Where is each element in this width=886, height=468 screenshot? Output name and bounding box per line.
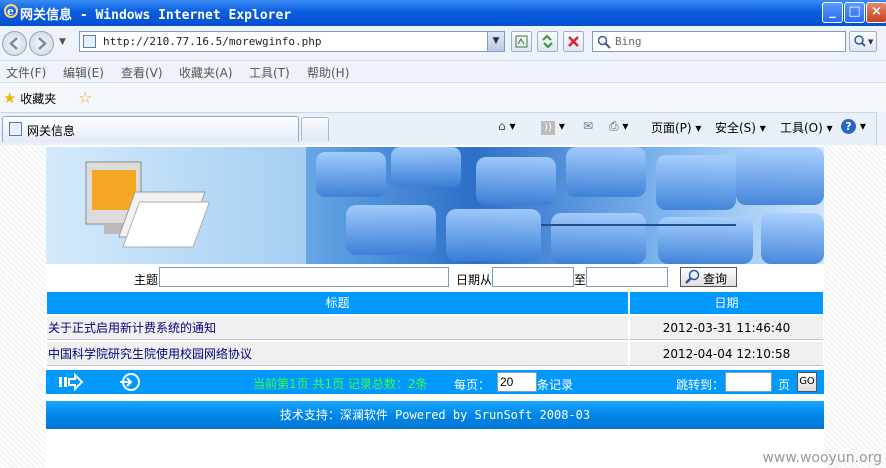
- date-to-label: 至: [574, 273, 587, 287]
- jump-page-input[interactable]: [725, 372, 772, 392]
- add-favorite-icon[interactable]: ☆: [78, 88, 92, 107]
- date-from-input[interactable]: [492, 267, 574, 287]
- mail-icon: ✉: [583, 119, 594, 133]
- compatibility-view-button[interactable]: [511, 31, 532, 52]
- banner-artwork: [46, 147, 824, 264]
- page-icon: [83, 35, 96, 48]
- left-background-pattern: [0, 145, 46, 468]
- address-field[interactable]: http://210.77.16.5/morewginfo.php ▼: [79, 31, 505, 52]
- menu-view[interactable]: 查看(V): [121, 64, 163, 81]
- page-menu[interactable]: 页面(P) ▾: [651, 119, 701, 136]
- watermark: www.wooyun.org: [762, 450, 882, 466]
- last-page-icon[interactable]: [119, 372, 141, 392]
- address-dropdown-icon[interactable]: ▼: [487, 32, 504, 51]
- menu-favorites[interactable]: 收藏夹(A): [179, 64, 233, 81]
- jump-label: 跳转到：: [676, 378, 725, 392]
- new-tab-button[interactable]: [301, 117, 329, 141]
- tab-bar: 网关信息 ⌂ ▾ )) ▾ ✉ ⎙ ▾ 页面(P) ▾ 安全(S) ▾ 工具(O…: [0, 112, 886, 146]
- favorites-label: 收藏夹: [20, 92, 57, 106]
- home-icon: ⌂: [498, 119, 506, 133]
- printer-icon: ⎙: [609, 119, 619, 133]
- svg-text:▼: ▼: [868, 38, 874, 46]
- favorites-star-icon: ★: [3, 89, 17, 107]
- address-toolbar: ▼ http://210.77.16.5/morewginfo.php ▼ Bi…: [0, 26, 886, 60]
- query-button[interactable]: 查询: [680, 267, 737, 287]
- minimize-button[interactable]: _: [822, 2, 843, 23]
- menu-help[interactable]: 帮助(H): [307, 64, 349, 81]
- rss-icon: )): [541, 121, 555, 135]
- search-placeholder: Bing: [615, 35, 642, 48]
- help-icon: ?: [841, 119, 856, 134]
- menu-file[interactable]: 文件(F): [6, 64, 46, 81]
- ie-logo-icon: e: [4, 4, 18, 18]
- per-page-suffix: 条记录: [537, 378, 574, 392]
- tools-menu[interactable]: 工具(O) ▾: [780, 119, 833, 136]
- print-button[interactable]: ⎙ ▾: [609, 119, 628, 134]
- table-row: 关于正式启用新计费系统的通知: [47, 316, 628, 340]
- per-page-input[interactable]: [497, 372, 537, 392]
- compatibility-icon: [515, 35, 528, 48]
- favorites-button[interactable]: ★ 收藏夹: [3, 89, 56, 107]
- header-banner: [46, 147, 824, 264]
- window-title-bar: e 网关信息 - Windows Internet Explorer _ □ ×: [0, 0, 886, 26]
- stop-icon: [568, 36, 579, 47]
- feeds-button[interactable]: )) ▾: [541, 119, 565, 135]
- search-go-icon: ▼: [854, 35, 874, 47]
- home-button[interactable]: ⌂ ▾: [498, 119, 515, 133]
- forward-button[interactable]: [29, 31, 54, 56]
- search-icon: [597, 35, 611, 49]
- page-menu-label: 页面(P): [651, 121, 692, 135]
- menu-edit[interactable]: 编辑(E): [63, 64, 104, 81]
- date-to-input[interactable]: [586, 267, 668, 287]
- mail-button[interactable]: ✉: [583, 119, 593, 133]
- magnifier-icon: [685, 269, 700, 284]
- menu-bar: 文件(F) 编辑(E) 查看(V) 收藏夹(A) 工具(T) 帮助(H): [0, 60, 886, 83]
- refresh-button[interactable]: [537, 31, 558, 52]
- search-button[interactable]: ▼: [849, 31, 877, 52]
- next-page-icon[interactable]: [58, 373, 84, 391]
- filter-form: 主题 日期从 至 查询: [46, 264, 824, 290]
- notice-title-link[interactable]: 关于正式启用新计费系统的通知: [48, 321, 216, 335]
- page-status: 当前第1页 共1页 记录总数：2条: [253, 377, 428, 391]
- table-row: 中国科学院研究生院使用校园网络协议: [47, 342, 628, 366]
- refresh-icon: [542, 34, 553, 49]
- footer-credit: 技术支持：深澜软件 Powered by SrunSoft 2008-03: [46, 401, 824, 429]
- close-button[interactable]: ×: [866, 2, 886, 23]
- notice-date: 2012-04-04 12:10:58: [630, 342, 823, 366]
- safety-menu[interactable]: 安全(S) ▾: [715, 119, 766, 136]
- column-header-title: 标题: [47, 292, 628, 314]
- forward-arrow-icon: [38, 37, 47, 50]
- window-title: 网关信息 - Windows Internet Explorer: [20, 8, 292, 23]
- back-button[interactable]: [2, 31, 27, 56]
- right-background-pattern: [824, 145, 886, 468]
- tools-menu-label: 工具(O): [780, 121, 823, 135]
- tab-gateway-info[interactable]: 网关信息: [2, 116, 299, 142]
- page-suffix: 页: [778, 378, 791, 392]
- help-button[interactable]: ? ▾: [841, 119, 866, 134]
- stop-button[interactable]: [563, 31, 584, 52]
- query-button-label: 查询: [703, 272, 728, 286]
- safety-menu-label: 安全(S): [715, 121, 756, 135]
- notice-date: 2012-03-31 11:46:40: [630, 316, 823, 340]
- subject-input[interactable]: [159, 267, 449, 287]
- pagination-bar: 当前第1页 共1页 记录总数：2条 每页： 条记录 跳转到： 页 GO: [46, 370, 824, 394]
- tab-page-icon: [9, 122, 22, 136]
- menu-tools[interactable]: 工具(T): [249, 64, 290, 81]
- favorites-bar: ★ 收藏夹 ☆: [0, 82, 886, 113]
- notice-title-link[interactable]: 中国科学院研究生院使用校园网络协议: [48, 347, 252, 361]
- date-from-label: 日期从: [456, 273, 493, 287]
- column-header-date: 日期: [630, 292, 823, 314]
- svg-text:e: e: [7, 5, 14, 18]
- tab-label: 网关信息: [27, 124, 76, 138]
- address-url[interactable]: http://210.77.16.5/morewginfo.php: [103, 35, 322, 48]
- go-button[interactable]: GO: [797, 372, 817, 392]
- subject-label: 主题: [134, 273, 159, 287]
- per-page-label: 每页：: [454, 378, 491, 392]
- back-arrow-icon: [9, 37, 18, 50]
- history-dropdown-icon[interactable]: ▼: [59, 37, 66, 47]
- maximize-button[interactable]: □: [844, 2, 865, 23]
- search-field[interactable]: Bing: [592, 31, 846, 52]
